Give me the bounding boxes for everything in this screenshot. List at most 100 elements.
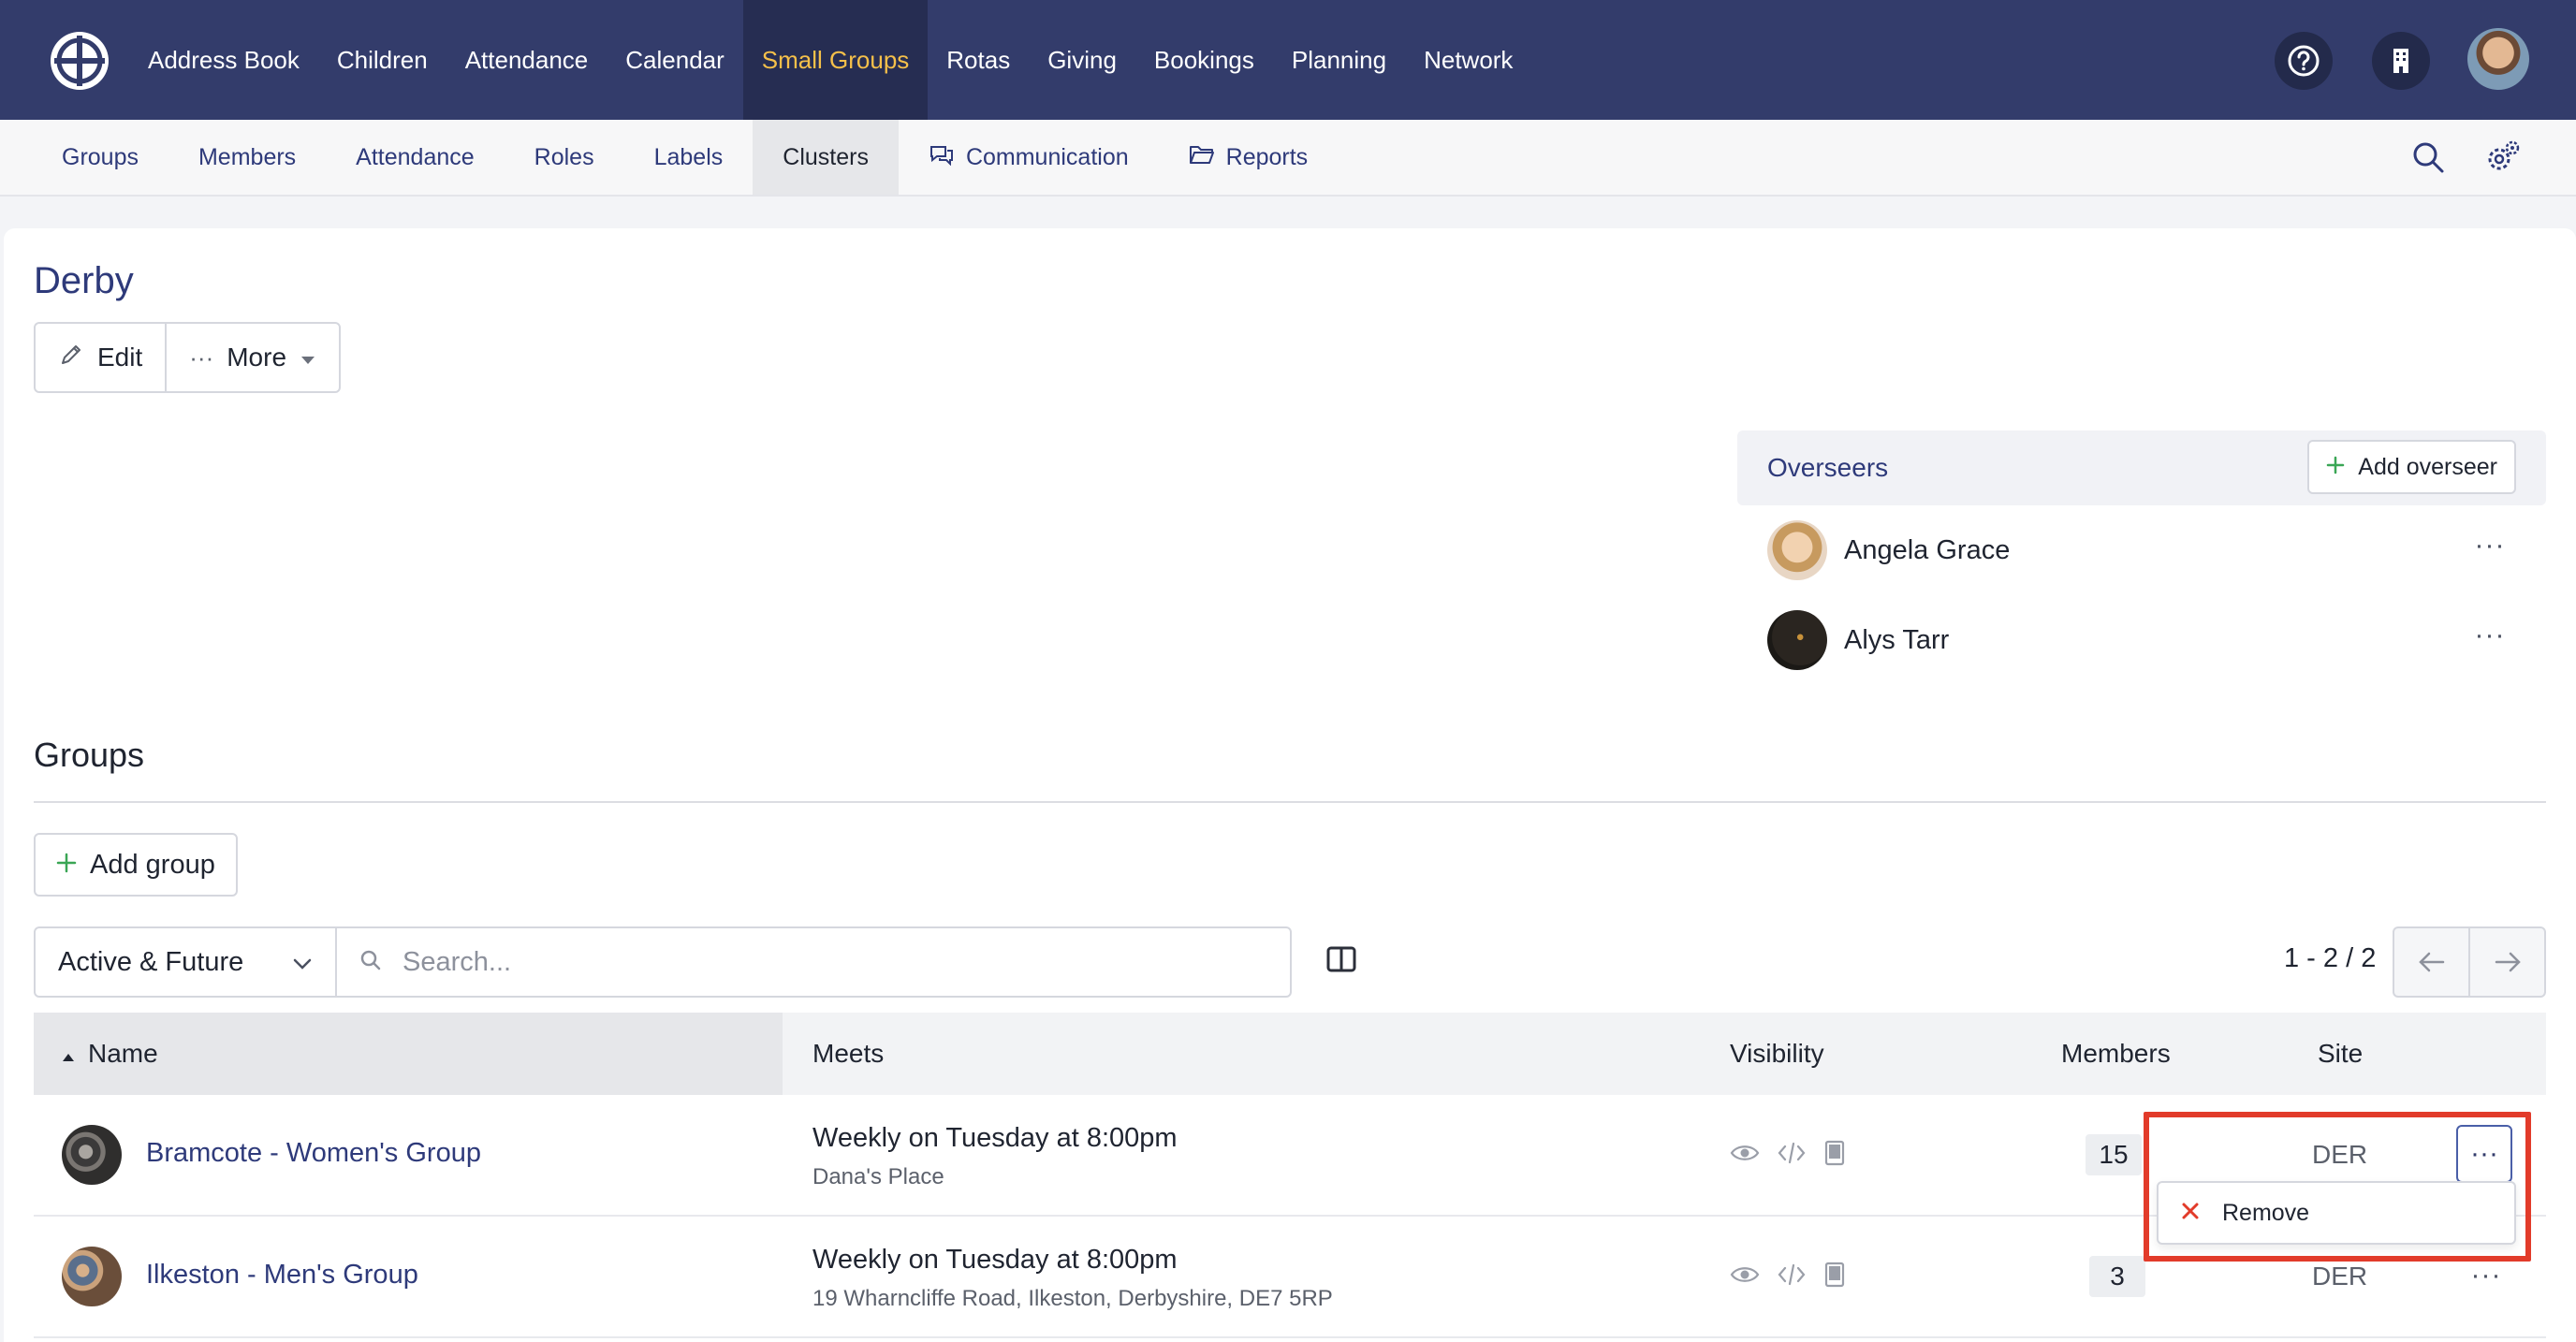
groups-heading: Groups	[34, 736, 145, 774]
sort-ascending-icon	[62, 1039, 75, 1069]
pencil-icon	[58, 342, 84, 374]
topnav-item-children[interactable]: Children	[318, 0, 446, 120]
plus-icon	[56, 850, 77, 881]
column-header-label: Name	[88, 1039, 158, 1068]
subnav-label: Roles	[534, 143, 594, 170]
embed-code-icon	[1777, 1141, 1807, 1170]
topnav-item-planning[interactable]: Planning	[1273, 0, 1405, 120]
edit-button[interactable]: Edit	[36, 324, 165, 391]
pagination	[2393, 926, 2546, 998]
overseer-menu-button[interactable]: ···	[2471, 620, 2509, 650]
search-icon[interactable]	[2409, 139, 2447, 176]
column-header-visibility[interactable]: Visibility	[1730, 1039, 1824, 1069]
tablet-icon	[1823, 1262, 1846, 1292]
top-nav-items: Address Book Children Attendance Calenda…	[129, 0, 1531, 120]
site-code: DER	[2312, 1262, 2368, 1291]
topnav-item-small-groups[interactable]: Small Groups	[742, 0, 929, 120]
group-location: 19 Wharncliffe Road, Ilkeston, Derbyshir…	[812, 1286, 1333, 1311]
add-overseer-button[interactable]: Add overseer	[2307, 440, 2516, 494]
subnav-label: Attendance	[356, 143, 475, 170]
overseer-name[interactable]: Alys Tarr	[1844, 625, 1949, 656]
group-name-link[interactable]: Ilkeston - Men's Group	[146, 1260, 418, 1291]
column-header-name[interactable]: Name	[62, 1039, 158, 1069]
subnav-label: Members	[198, 143, 297, 170]
subnav-item-attendance[interactable]: Attendance	[326, 120, 505, 195]
subnav-item-reports[interactable]: Reports	[1159, 120, 1339, 195]
chat-icon	[929, 143, 955, 172]
building-icon[interactable]	[2372, 32, 2430, 90]
search-box	[337, 928, 1290, 996]
search-input[interactable]	[402, 946, 1245, 978]
subnav-label: Reports	[1225, 143, 1309, 170]
topnav-item-address-book[interactable]: Address Book	[129, 0, 318, 120]
group-meets: Weekly on Tuesday at 8:00pm	[812, 1123, 1178, 1153]
close-icon	[2181, 1200, 2200, 1227]
folder-icon	[1189, 144, 1215, 171]
group-avatar	[62, 1125, 122, 1185]
columns-icon[interactable]	[1325, 945, 1363, 979]
overseer-name[interactable]: Angela Grace	[1844, 535, 2010, 566]
next-page-button[interactable]	[2468, 928, 2544, 996]
topnav-item-network[interactable]: Network	[1405, 0, 1531, 120]
column-header-members[interactable]: Members	[2061, 1039, 2171, 1069]
overseers-header: Overseers Add overseer	[1737, 430, 2546, 505]
subnav-label: Labels	[653, 143, 724, 170]
edit-label: Edit	[97, 343, 143, 372]
overseer-row: Angela Grace	[1767, 520, 2010, 580]
embed-code-icon	[1777, 1262, 1807, 1291]
topnav-item-attendance[interactable]: Attendance	[446, 0, 607, 120]
subnav-item-groups[interactable]: Groups	[32, 120, 168, 195]
subnav-item-roles[interactable]: Roles	[505, 120, 624, 195]
subnav-item-communication[interactable]: Communication	[899, 120, 1159, 195]
caret-down-icon	[300, 343, 316, 372]
add-group-button[interactable]: Add group	[34, 833, 238, 897]
page-title: Derby	[34, 260, 134, 301]
topnav-item-bookings[interactable]: Bookings	[1135, 0, 1273, 120]
overseer-row: Alys Tarr	[1767, 610, 1949, 670]
more-label: More	[227, 343, 287, 372]
overseer-menu-button[interactable]: ···	[2471, 530, 2509, 561]
sub-navigation: Groups Members Attendance Roles Labels C…	[0, 120, 2576, 197]
user-avatar[interactable]	[2467, 28, 2529, 90]
divider	[34, 801, 2546, 803]
visibility-icons	[1730, 1140, 1846, 1171]
group-name-link[interactable]: Bramcote - Women's Group	[146, 1138, 481, 1169]
top-navigation: Address Book Children Attendance Calenda…	[0, 0, 2576, 120]
cluster-actions: Edit ··· More	[34, 322, 342, 393]
topnav-item-giving[interactable]: Giving	[1029, 0, 1135, 120]
row-menu-button[interactable]: ···	[2456, 1125, 2512, 1183]
more-button[interactable]: ··· More	[165, 324, 339, 391]
chevron-down-icon	[292, 947, 313, 978]
row-menu-button[interactable]: ···	[2467, 1260, 2505, 1291]
avatar	[1767, 610, 1827, 670]
subnav-label: Groups	[62, 143, 139, 170]
remove-menu-item[interactable]: Remove	[2157, 1181, 2516, 1245]
group-filter-bar: Active & Future	[34, 926, 1292, 998]
topnav-item-rotas[interactable]: Rotas	[928, 0, 1029, 120]
column-header-meets[interactable]: Meets	[812, 1039, 884, 1069]
groups-table-header: Name Meets Visibility Members Site	[34, 1013, 2546, 1095]
status-filter-value: Active & Future	[58, 946, 244, 977]
topnav-item-calendar[interactable]: Calendar	[607, 0, 743, 120]
search-icon	[359, 949, 382, 976]
subnav-label: Clusters	[783, 143, 869, 170]
members-count-badge: 15	[2086, 1134, 2142, 1175]
logo-icon[interactable]	[49, 30, 110, 92]
previous-page-button[interactable]	[2394, 928, 2468, 996]
subnav-label: Communication	[965, 143, 1129, 170]
status-filter-select[interactable]: Active & Future	[36, 928, 337, 996]
subnav-item-clusters[interactable]: Clusters	[753, 120, 899, 195]
ellipsis-icon: ···	[189, 343, 214, 372]
column-header-site[interactable]: Site	[2318, 1039, 2363, 1069]
remove-label: Remove	[2222, 1199, 2310, 1226]
subnav-item-members[interactable]: Members	[168, 120, 326, 195]
eye-icon	[1730, 1264, 1760, 1290]
subnav-item-labels[interactable]: Labels	[624, 120, 754, 195]
group-meets: Weekly on Tuesday at 8:00pm	[812, 1245, 1178, 1275]
group-avatar	[62, 1247, 122, 1306]
help-icon[interactable]	[2275, 32, 2333, 90]
settings-icon[interactable]	[2484, 139, 2522, 176]
add-overseer-label: Add overseer	[2358, 453, 2497, 480]
tablet-icon	[1823, 1140, 1846, 1171]
members-count-badge: 3	[2089, 1256, 2145, 1297]
